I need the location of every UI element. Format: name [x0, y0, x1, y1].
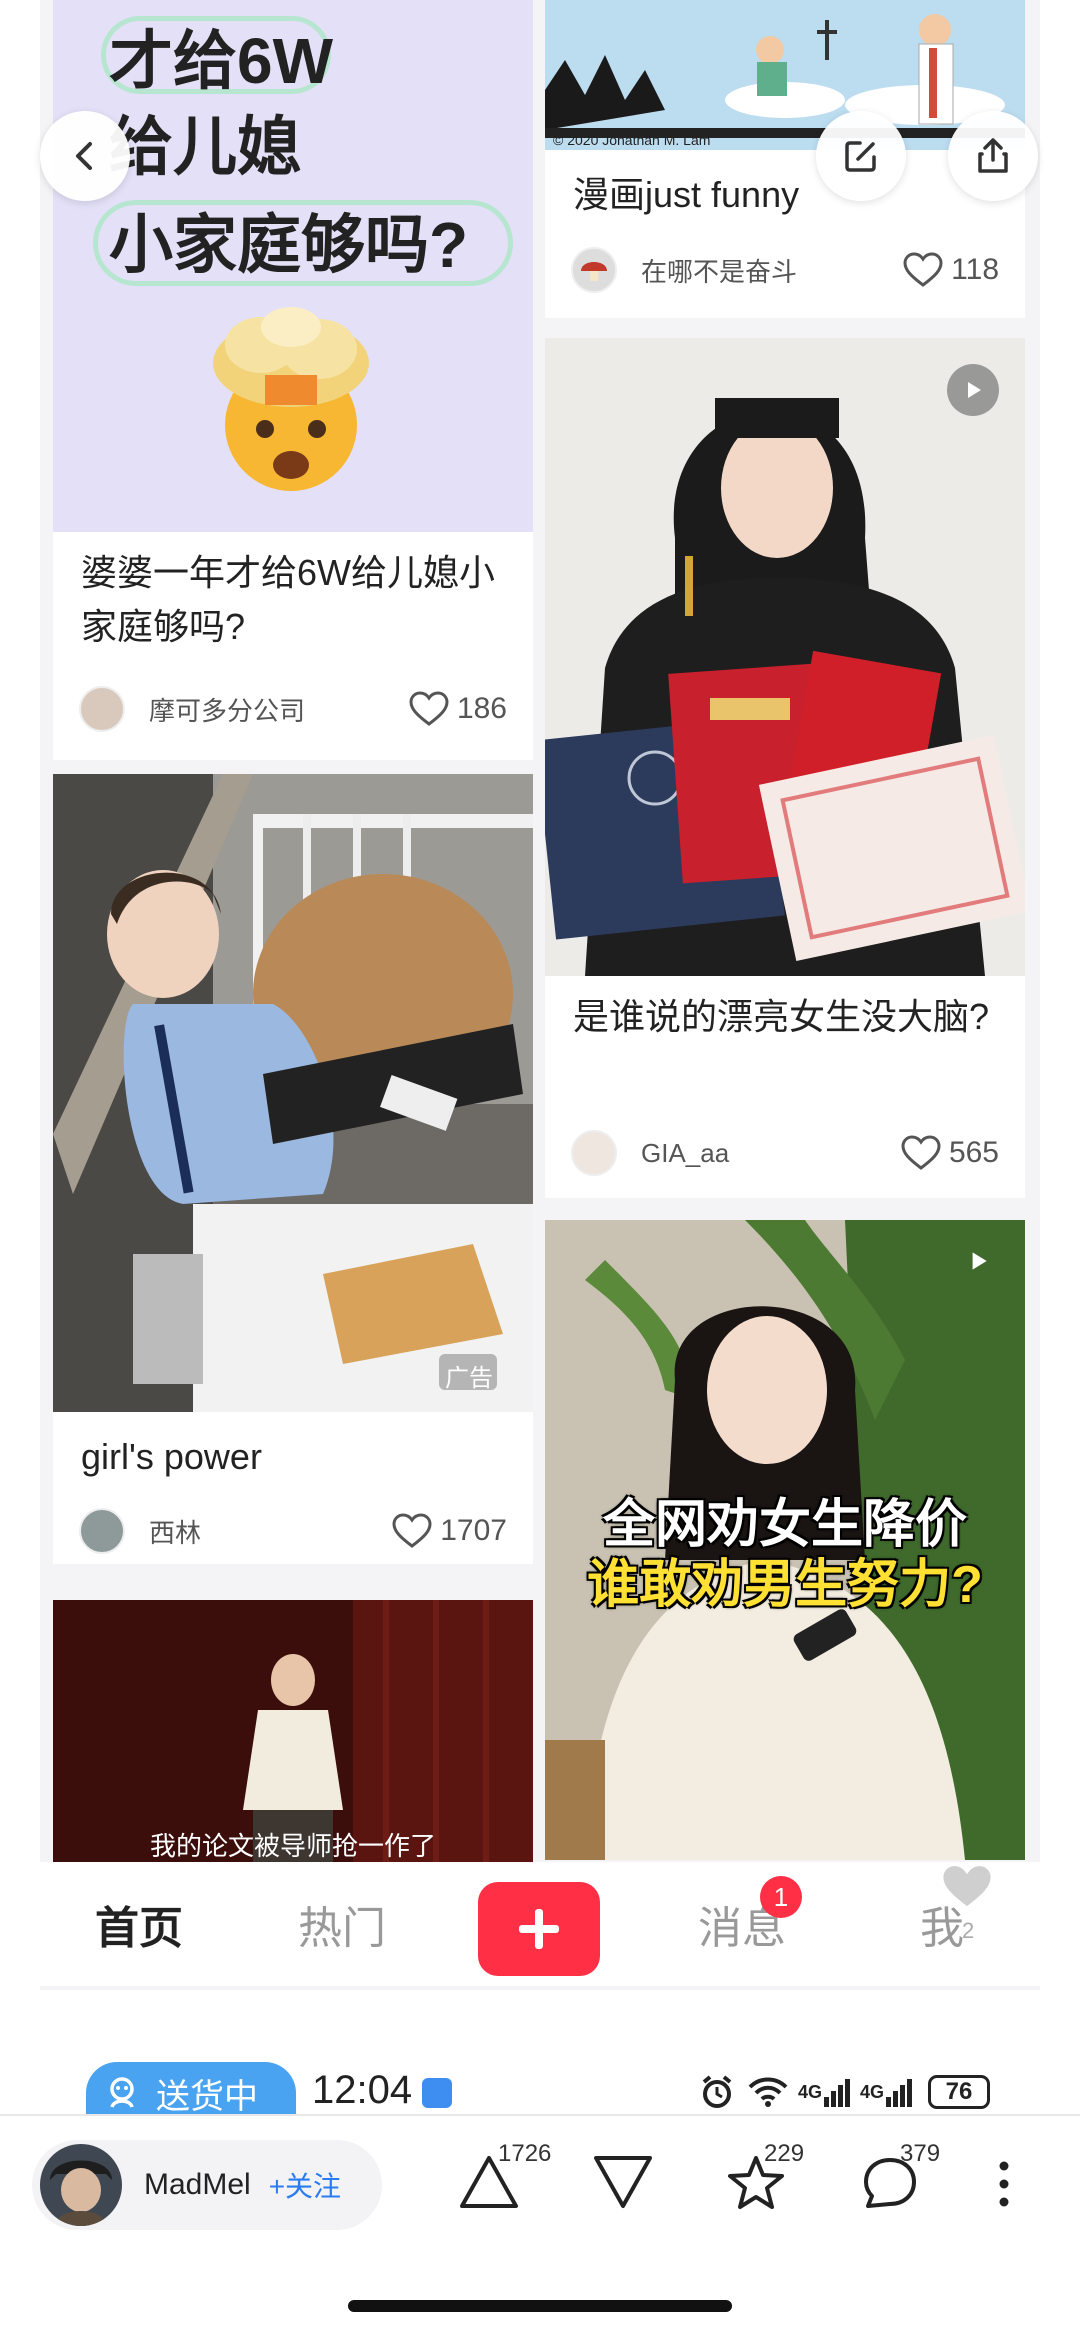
network-type-2: 4G	[860, 2081, 885, 2102]
floating-like-button[interactable]	[938, 1862, 996, 1916]
more-vertical-icon	[999, 2161, 1009, 2207]
home-indicator[interactable]	[348, 2300, 732, 2312]
play-icon[interactable]	[947, 364, 999, 416]
post-comic	[545, 0, 1025, 150]
alarm-icon	[702, 2075, 732, 2108]
signal-icon	[886, 2079, 913, 2107]
heart-icon	[901, 1135, 941, 1170]
author-avatar[interactable]	[79, 686, 125, 732]
signal-icon	[824, 2079, 851, 2107]
cover-text-line: 才给6W	[109, 25, 333, 97]
post-meta: 在哪不是奋斗 118	[571, 245, 999, 295]
like-button[interactable]: 118	[903, 252, 999, 288]
video-overlay-text: 谁敢劝男生努力?	[587, 1556, 983, 1614]
post-title[interactable]: 漫画just funny	[573, 168, 1001, 222]
post-meta: GIA_aa 565	[571, 1128, 999, 1178]
post-cover[interactable]: 广告	[53, 774, 533, 1412]
edit-icon	[845, 141, 876, 172]
post-cover[interactable]: 才给6W 给儿媳 小家庭够吗?	[53, 0, 533, 532]
heart-icon	[409, 691, 449, 726]
app-indicator-icon	[422, 2078, 452, 2108]
favorite-count: 229	[764, 2140, 805, 2167]
share-button[interactable]	[948, 111, 1038, 201]
play-icon[interactable]	[965, 1248, 991, 1274]
author-pill[interactable]: MadMel +关注	[32, 2140, 382, 2230]
messages-badge: 1	[760, 1876, 802, 1918]
comic-credit: © 2020 Jonathan M. Lam	[553, 132, 711, 148]
post-meta: 西林 1707	[79, 1506, 507, 1556]
exploding-head-emoji-icon	[213, 307, 369, 491]
author-name[interactable]: GIA_aa	[641, 1138, 901, 1169]
comment-count: 379	[900, 2140, 941, 2167]
share-icon	[978, 138, 1008, 173]
heart-filled-icon	[940, 1863, 994, 1910]
post-cover[interactable]: © 2020 Jonathan M. Lam	[545, 0, 1025, 150]
post-title[interactable]: 婆婆一年才给6W给儿媳小家庭够吗?	[81, 546, 509, 654]
like-button[interactable]: 186	[409, 691, 507, 727]
author-avatar[interactable]	[79, 1508, 125, 1554]
author-username[interactable]: MadMel	[144, 2168, 251, 2202]
rider-icon	[110, 2077, 134, 2108]
heart-icon	[392, 1513, 432, 1548]
ad-label: 广告	[445, 1365, 493, 1392]
mushroom-icon	[581, 262, 607, 281]
floating-like-count: 2	[962, 1918, 975, 1943]
screen: 才给6W 给儿媳 小家庭够吗? 婆婆一年才给6W给儿媳小家庭够吗? 摩可多分公司…	[0, 0, 1080, 2337]
like-count: 118	[951, 253, 999, 286]
author-avatar[interactable]	[40, 2144, 122, 2226]
author-avatar[interactable]	[571, 247, 617, 293]
like-count: 1707	[440, 1514, 507, 1547]
like-count: 186	[456, 692, 507, 725]
cover-text-line: 给儿媳	[109, 111, 301, 183]
post-cover[interactable]	[545, 338, 1025, 976]
tab-home[interactable]: 首页	[95, 1862, 183, 1986]
tab-hot[interactable]: 热门	[298, 1862, 386, 1986]
like-button[interactable]: 565	[901, 1135, 999, 1171]
like-count: 565	[948, 1136, 999, 1169]
plus-icon	[519, 1909, 559, 1949]
post-card[interactable]: 广告 girl's power 西林 1707	[53, 774, 533, 1564]
post-title[interactable]: 是谁说的漂亮女生没大脑?	[573, 990, 1001, 1044]
cover-text-line: 小家庭够吗?	[109, 209, 469, 281]
wifi-icon	[748, 2077, 788, 2107]
post-meta: 摩可多分公司 186	[79, 684, 507, 734]
author-name[interactable]: 摩可多分公司	[149, 691, 409, 728]
downvote-button[interactable]	[592, 2154, 654, 2215]
author-avatar[interactable]	[571, 1130, 617, 1176]
heart-icon	[903, 252, 943, 287]
status-icons: 4G 4G 76	[700, 2074, 991, 2110]
post-card[interactable]: 才给6W 给儿媳 小家庭够吗? 婆婆一年才给6W给儿媳小家庭够吗? 摩可多分公司…	[53, 0, 533, 760]
post-title[interactable]: girl's power	[81, 1430, 509, 1484]
triangle-down-icon	[594, 2156, 652, 2208]
author-name[interactable]: 在哪不是奋斗	[641, 252, 903, 289]
post-card[interactable]: 全网劝女生降价 谁敢劝男生努力?	[545, 1220, 1025, 1860]
more-options-button[interactable]	[996, 2160, 1012, 2213]
network-type-1: 4G	[798, 2081, 823, 2102]
battery-level: 76	[928, 2075, 991, 2109]
post-photo	[53, 774, 533, 1412]
delivery-label: 送货中	[156, 2077, 258, 2116]
post-photo	[545, 338, 1025, 976]
follow-button[interactable]: +关注	[269, 2165, 341, 2205]
edit-button[interactable]	[816, 111, 906, 201]
status-time: 12:04	[312, 2068, 413, 2112]
create-post-button[interactable]	[478, 1882, 600, 1976]
bottom-tab-bar: 首页 热门 消息 1 我 2	[40, 1862, 1040, 1986]
upvote-count: 1726	[498, 2140, 552, 2167]
video-caption: 我的论文被导师抢一作了	[149, 1831, 436, 1861]
back-button[interactable]	[40, 111, 130, 201]
chevron-left-icon	[76, 142, 92, 170]
avatar-image	[40, 2144, 122, 2226]
author-name[interactable]: 西林	[149, 1513, 392, 1550]
like-button[interactable]: 1707	[392, 1513, 507, 1549]
post-card[interactable]: 是谁说的漂亮女生没大脑? GIA_aa 565	[545, 338, 1025, 1198]
post-cover[interactable]: 全网劝女生降价 谁敢劝男生努力?	[545, 1220, 1025, 1860]
post-cover[interactable]: 我的论文被导师抢一作了	[53, 1600, 533, 1866]
post-card[interactable]: 我的论文被导师抢一作了	[53, 1600, 533, 1866]
